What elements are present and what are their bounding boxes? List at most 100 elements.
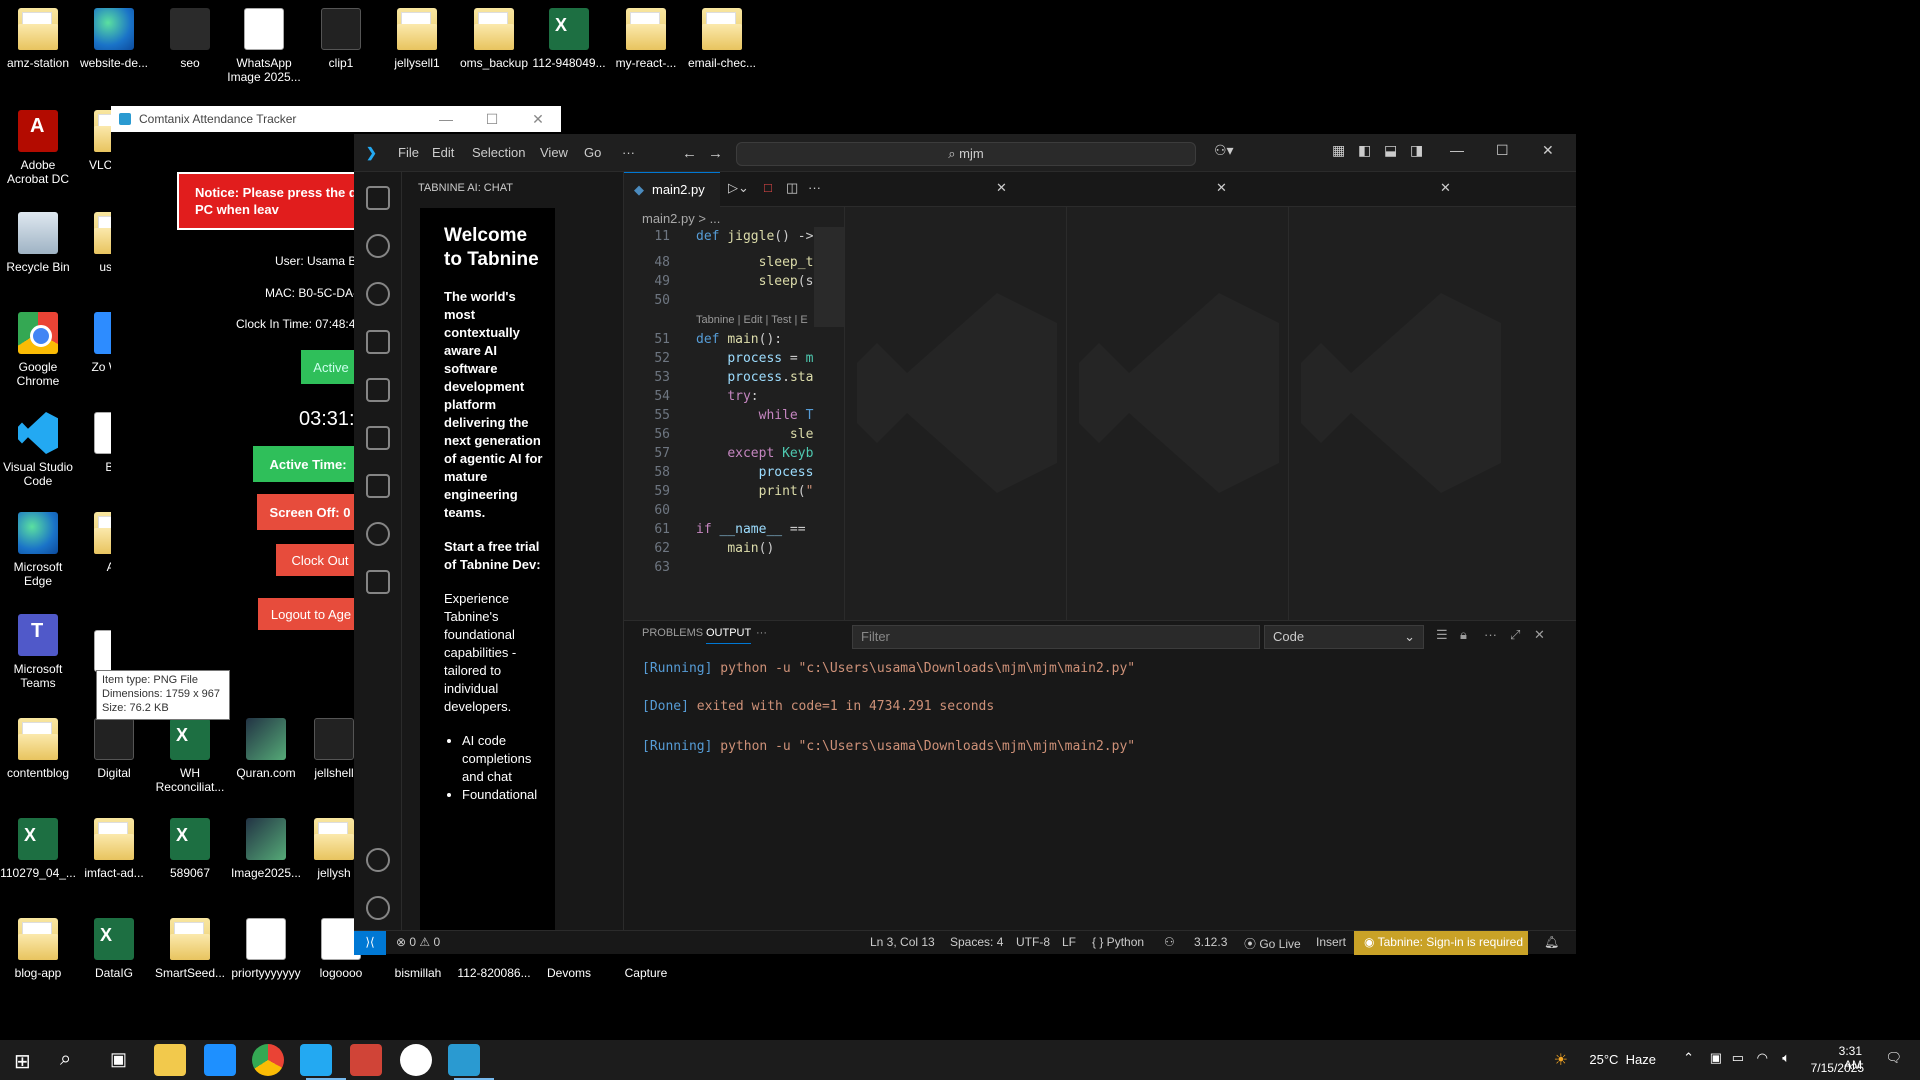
minimize-icon[interactable]: — xyxy=(1450,142,1464,158)
task-view-icon[interactable]: ▣ xyxy=(110,1049,127,1070)
desktop-icon-wh-reconciliation[interactable]: WH Reconciliat... xyxy=(152,718,228,794)
volume-icon[interactable]: 🔈︎ xyxy=(1782,1050,1790,1066)
maximize-icon[interactable]: ☐ xyxy=(1496,142,1509,159)
testing-icon[interactable] xyxy=(366,474,390,498)
code-editor[interactable]: main2.py > ... 11 def jiggle() -> 48 sle… xyxy=(624,207,844,620)
chevron-up-icon[interactable]: ⌃ xyxy=(1683,1050,1694,1066)
maximize-icon[interactable]: ☐ xyxy=(469,111,515,128)
breadcrumb[interactable]: main2.py > ... xyxy=(642,211,720,226)
wifi-icon[interactable]: ◠ xyxy=(1757,1050,1768,1066)
windows-start-icon[interactable]: ⊞ xyxy=(14,1049,31,1074)
stop-icon[interactable]: □ xyxy=(764,180,772,195)
desktop-icon-contentblog[interactable]: contentblog xyxy=(0,718,76,780)
language-mode[interactable]: { } Python xyxy=(1092,935,1144,949)
extensions-icon[interactable] xyxy=(366,378,390,402)
close-group-icon[interactable]: ✕ xyxy=(996,180,1007,196)
minimap[interactable] xyxy=(814,227,844,327)
run-debug-icon[interactable] xyxy=(366,330,390,354)
go-live-button[interactable]: ⦿ Go Live xyxy=(1244,935,1301,952)
tab-problems[interactable]: PROBLEMS xyxy=(642,627,703,639)
desktop-icon-amz-station[interactable]: amz-station xyxy=(0,8,76,70)
split-editor-icon[interactable]: ◫ xyxy=(786,180,798,196)
desktop-icon-oms-backup[interactable]: oms_backup xyxy=(456,8,532,70)
close-group-icon[interactable]: ✕ xyxy=(1440,180,1451,196)
screen-off-button[interactable]: Screen Off: 0 xyxy=(257,494,363,530)
desktop-icon-digital[interactable]: Digital xyxy=(76,718,152,780)
end-of-line[interactable]: LF xyxy=(1062,935,1076,949)
desktop-icon-589067[interactable]: 589067 xyxy=(152,818,228,880)
desktop-icon-website[interactable]: website-de... xyxy=(76,8,152,70)
store-icon[interactable] xyxy=(204,1044,236,1076)
thunder-client-icon[interactable] xyxy=(366,522,390,546)
panel-more-icon[interactable]: ··· xyxy=(1484,627,1497,642)
desktop-icon-110279[interactable]: 110279_04_... xyxy=(0,818,76,880)
menu-edit[interactable]: Edit xyxy=(432,145,454,160)
toggle-panel-icon[interactable]: ⬓ xyxy=(1384,142,1397,159)
desktop-icon-priorty[interactable]: priortyyyyyyy xyxy=(228,918,304,980)
close-icon[interactable]: ✕ xyxy=(515,111,561,128)
python-version[interactable]: 3.12.3 xyxy=(1194,935,1227,949)
command-center-search[interactable]: ⌕ mjm xyxy=(736,142,1196,166)
tracker-titlebar[interactable]: Comtanix Attendance Tracker — ☐ ✕ xyxy=(111,106,561,132)
maximize-panel-icon[interactable]: ⤢ xyxy=(1510,627,1520,643)
remote-explorer-icon[interactable] xyxy=(366,426,390,450)
encoding[interactable]: UTF-8 xyxy=(1016,935,1050,949)
active-time-button[interactable]: Active Time: xyxy=(253,446,363,482)
desktop-icon-whatsapp-image[interactable]: WhatsApp Image 2025... xyxy=(226,8,302,84)
desktop-icon-jellysell1[interactable]: jellysell1 xyxy=(379,8,455,70)
app-taskbar-icon[interactable] xyxy=(400,1044,432,1076)
desktop-icon-edge[interactable]: Microsoft Edge xyxy=(0,512,76,588)
toggle-sidebar-icon[interactable]: ◧ xyxy=(1358,142,1371,159)
lock-scroll-icon[interactable]: 🔒︎ xyxy=(1460,627,1467,643)
empty-editor-group[interactable] xyxy=(844,207,1066,620)
customize-layout-icon[interactable]: ▦ xyxy=(1332,142,1345,159)
vscode-taskbar-icon[interactable] xyxy=(300,1044,346,1080)
close-group-icon[interactable]: ✕ xyxy=(1216,180,1227,196)
output-filter-input[interactable]: Filter xyxy=(852,625,1260,649)
close-icon[interactable]: ✕ xyxy=(1542,142,1554,159)
tabnine-status[interactable]: ◉ Tabnine: Sign-in is required xyxy=(1354,931,1528,955)
weather-text[interactable]: 25°C Haze xyxy=(1589,1052,1656,1067)
notifications-bell-icon[interactable]: 🔔︎ xyxy=(1544,935,1559,949)
source-control-icon[interactable] xyxy=(366,282,390,306)
insert-mode[interactable]: Insert xyxy=(1316,935,1346,949)
tabnine-icon[interactable] xyxy=(366,570,390,594)
active-status-button[interactable]: Active xyxy=(301,350,361,384)
desktop-icon-vscode[interactable]: Visual Studio Code xyxy=(0,412,76,488)
notification-center-icon[interactable]: 🗨︎ xyxy=(1885,1050,1902,1066)
desktop-icon-chrome[interactable]: Google Chrome xyxy=(0,312,76,388)
copilot-status-icon[interactable]: ⚇ xyxy=(1164,935,1175,949)
more-actions-icon[interactable]: ··· xyxy=(808,180,821,195)
tray-app-icon[interactable]: ▣ xyxy=(1710,1050,1722,1066)
explorer-icon[interactable] xyxy=(366,186,390,210)
zoom-taskbar-icon[interactable] xyxy=(350,1044,382,1076)
remote-indicator-icon[interactable]: ⟩⟨ xyxy=(354,931,386,955)
search-icon[interactable] xyxy=(366,234,390,258)
desktop-icon-smartseed[interactable]: SmartSeed... xyxy=(152,918,228,980)
close-panel-icon[interactable]: ✕ xyxy=(1534,627,1545,643)
empty-editor-group[interactable] xyxy=(1066,207,1288,620)
back-arrow-icon[interactable]: ← xyxy=(682,145,697,162)
desktop-icon-adobe[interactable]: Adobe Acrobat DC xyxy=(0,110,76,186)
menu-selection[interactable]: Selection xyxy=(472,145,525,160)
toggle-secondary-sidebar-icon[interactable]: ◨ xyxy=(1410,142,1423,159)
tab-output[interactable]: OUTPUT xyxy=(706,627,752,644)
menu-more[interactable]: ··· xyxy=(622,145,635,160)
problems-count[interactable]: ⊗ 0 ⚠ 0 xyxy=(396,935,440,949)
settings-gear-icon[interactable] xyxy=(366,896,390,920)
desktop-icon-quran[interactable]: Quran.com xyxy=(228,718,304,780)
panel-more-icon[interactable]: ··· xyxy=(756,627,767,639)
output-channel-select[interactable]: Code ⌄ xyxy=(1264,625,1424,649)
battery-icon[interactable]: ▭ xyxy=(1732,1050,1744,1066)
logout-button[interactable]: Logout to Age xyxy=(258,598,364,630)
desktop-icon-blog-app[interactable]: blog-app xyxy=(0,918,76,980)
desktop-icon-image2025[interactable]: Image2025... xyxy=(228,818,304,880)
desktop-icon-teams[interactable]: Microsoft Teams xyxy=(0,614,76,690)
indentation[interactable]: Spaces: 4 xyxy=(950,935,1003,949)
chrome-icon[interactable] xyxy=(252,1044,284,1076)
desktop-icon-112-948049[interactable]: 112-948049... xyxy=(531,8,607,70)
menu-file[interactable]: File xyxy=(398,145,419,160)
copilot-icon[interactable]: ⚇▾ xyxy=(1214,142,1234,159)
search-icon[interactable]: ⌕ xyxy=(60,1048,71,1071)
account-icon[interactable] xyxy=(366,848,390,872)
